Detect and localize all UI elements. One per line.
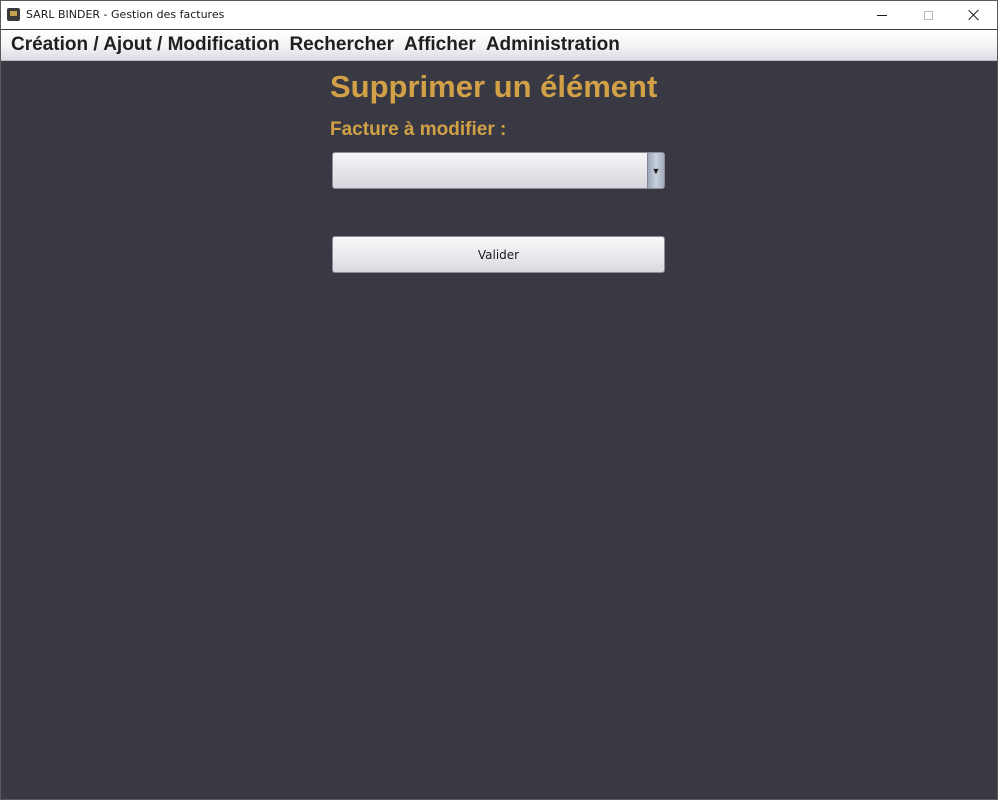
menu-rechercher[interactable]: Rechercher bbox=[279, 34, 394, 56]
window-title: SARL BINDER - Gestion des factures bbox=[26, 8, 225, 21]
app-window: SARL BINDER - Gestion des factures Créat… bbox=[0, 0, 998, 800]
page-title: Supprimer un élément bbox=[330, 69, 658, 104]
menu-afficher[interactable]: Afficher bbox=[394, 34, 476, 56]
app-icon[interactable] bbox=[7, 8, 20, 21]
menu-administration[interactable]: Administration bbox=[476, 34, 620, 56]
maximize-icon bbox=[923, 10, 933, 20]
menu-bar: Création / Ajout / Modification Recherch… bbox=[1, 30, 997, 61]
menu-creation-ajout-modification[interactable]: Création / Ajout / Modification bbox=[1, 34, 279, 56]
chevron-down-icon[interactable]: ▼ bbox=[647, 153, 664, 188]
main-panel: Supprimer un élément Facture à modifier … bbox=[1, 61, 997, 799]
close-icon bbox=[968, 9, 980, 21]
invoice-select[interactable]: ▼ bbox=[332, 152, 665, 189]
title-bar[interactable]: SARL BINDER - Gestion des factures bbox=[1, 1, 997, 29]
minimize-icon bbox=[877, 14, 887, 16]
submit-button[interactable]: Valider bbox=[332, 236, 665, 273]
close-button[interactable] bbox=[951, 1, 997, 29]
invoice-select-label: Facture à modifier : bbox=[330, 119, 507, 140]
maximize-button[interactable] bbox=[905, 1, 951, 29]
minimize-button[interactable] bbox=[859, 1, 905, 29]
